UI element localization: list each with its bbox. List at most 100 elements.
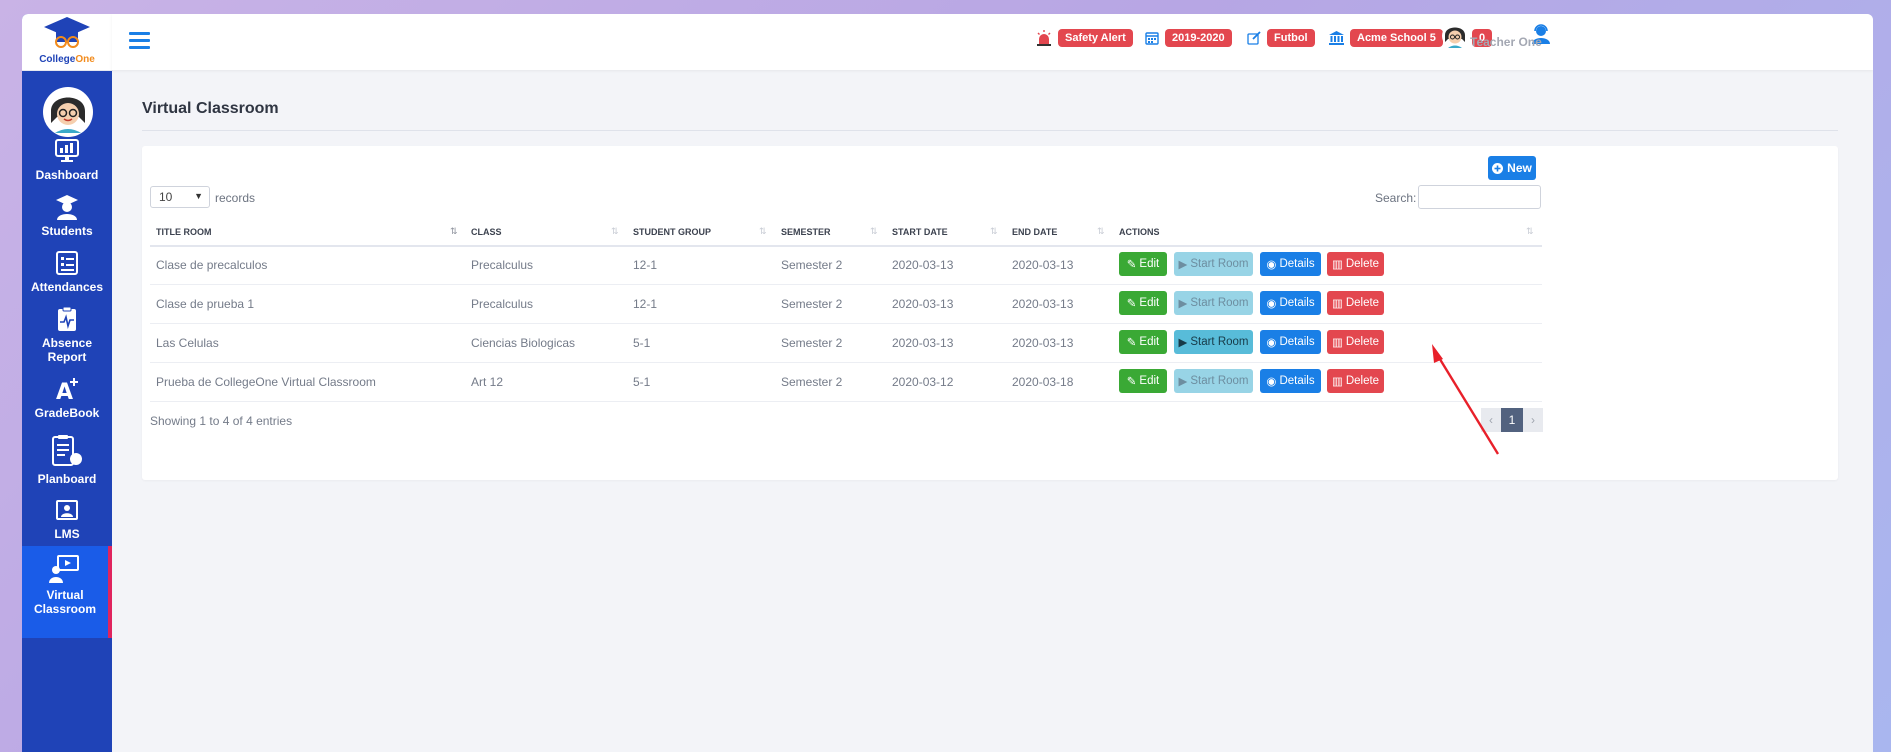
table-row: Clase de precalculos Precalculus 12-1 Se… (150, 245, 1542, 285)
delete-button[interactable]: ▥ Delete (1327, 252, 1384, 276)
school-badge: Acme School 5 (1350, 29, 1443, 47)
sidebar-avatar[interactable] (43, 87, 93, 137)
edit-icon: ✎ (1126, 259, 1137, 271)
trash-icon: ▥ (1331, 376, 1343, 388)
edit-button[interactable]: ✎ Edit (1119, 330, 1167, 354)
sidebar-item-absence-report[interactable]: Absence Report (22, 306, 112, 364)
details-button[interactable]: ◉ Details (1260, 369, 1321, 393)
sort-icon[interactable]: ⇅ (870, 226, 877, 237)
cell-class: Ciencias Biologicas (471, 336, 576, 350)
edit-button[interactable]: ✎ Edit (1119, 252, 1167, 276)
start-room-button-label: Start Room (1190, 258, 1249, 270)
edit-icon: ✎ (1126, 376, 1137, 388)
title-divider (142, 130, 1838, 131)
sort-icon[interactable]: ⇅ (611, 226, 618, 237)
sidebar: CollegeOne Dashboard Students Attendance… (22, 14, 113, 752)
column-header-start-date[interactable]: START DATE (892, 227, 948, 237)
cell-class: Art 12 (471, 375, 504, 389)
sort-icon[interactable]: ⇅ (759, 226, 766, 237)
edit-button-label: Edit (1139, 336, 1160, 348)
sidebar-item-gradebook[interactable]: A GradeBook (22, 376, 112, 420)
planboard-clipboard-icon (52, 435, 82, 466)
page-title: Virtual Classroom (142, 100, 279, 117)
sidebar-item-label: Absence Report (41, 336, 93, 364)
edit-button-label: Edit (1139, 375, 1160, 387)
sidebar-item-students[interactable]: Students (22, 194, 112, 238)
brand-name: CollegeOne (39, 54, 95, 65)
cell-title-room: Clase de prueba 1 (156, 297, 255, 311)
delete-button[interactable]: ▥ Delete (1327, 369, 1384, 393)
search-input[interactable] (1418, 185, 1541, 209)
safety-alert-button[interactable]: Safety Alert (1036, 29, 1133, 47)
edit-button[interactable]: ✎ Edit (1119, 369, 1167, 393)
sort-icon[interactable]: ⇅ (990, 226, 997, 237)
details-button[interactable]: ◉ Details (1260, 291, 1321, 315)
virtual-classroom-card: New 10 ▼ records Search: TITLE ROOM ⇅ CL… (142, 146, 1838, 480)
cell-student-group: 12-1 (633, 258, 658, 272)
records-label: records (215, 191, 256, 205)
trash-icon: ▥ (1331, 337, 1343, 349)
brand-logo[interactable]: CollegeOne (22, 14, 113, 71)
table-row: Clase de prueba 1 Precalculus 12-1 Semes… (150, 284, 1542, 324)
cell-class: Precalculus (471, 258, 534, 272)
edit-button-label: Edit (1139, 297, 1160, 309)
pagination-prev-button[interactable]: ‹ (1481, 408, 1501, 432)
table-header: TITLE ROOM ⇅ CLASS ⇅ STUDENT GROUP ⇅ SEM… (150, 219, 1542, 247)
delete-button[interactable]: ▥ Delete (1327, 291, 1384, 315)
play-circle-icon: ▶ (1178, 376, 1188, 388)
lms-screen-icon (56, 500, 78, 520)
edit-icon: ✎ (1126, 337, 1137, 349)
sidebar-item-attendances[interactable]: Attendances (22, 250, 112, 294)
details-button-label: Details (1279, 297, 1315, 309)
column-header-end-date[interactable]: END DATE (1012, 227, 1057, 237)
hamburger-menu-icon[interactable] (128, 30, 152, 50)
cell-student-group: 5-1 (633, 375, 651, 389)
play-circle-icon: ▶ (1178, 337, 1188, 349)
column-header-student-group[interactable]: STUDENT GROUP (633, 227, 711, 237)
sort-icon[interactable]: ⇅ (1097, 226, 1104, 237)
sidebar-item-label: LMS (54, 527, 80, 541)
details-button-label: Details (1279, 375, 1315, 387)
user-avatar[interactable] (1442, 23, 1468, 49)
sidebar-item-lms[interactable]: LMS (22, 499, 112, 541)
school-year-badge: 2019-2020 (1165, 29, 1232, 47)
sidebar-item-planboard[interactable]: Planboard (22, 434, 112, 486)
user-name[interactable]: Teacher One (1470, 35, 1542, 49)
eye-icon: ◉ (1266, 298, 1277, 310)
start-room-button: ▶ Start Room (1174, 291, 1253, 315)
cell-start-date: 2020-03-12 (892, 375, 954, 389)
column-header-class[interactable]: CLASS (471, 227, 502, 237)
sidebar-item-label: GradeBook (34, 406, 100, 420)
edit-button[interactable]: ✎ Edit (1119, 291, 1167, 315)
pagination: ‹ 1 › (1481, 408, 1543, 432)
cell-class: Precalculus (471, 297, 534, 311)
eye-icon: ◉ (1266, 259, 1277, 271)
column-header-actions: ACTIONS (1119, 227, 1160, 237)
absence-report-icon (58, 306, 76, 331)
start-room-button[interactable]: ▶ Start Room (1174, 330, 1253, 354)
sort-asc-icon[interactable]: ⇅ (450, 226, 457, 237)
plus-circle-icon (1492, 162, 1504, 174)
start-room-button-label: Start Room (1190, 375, 1249, 387)
sidebar-item-label: Planboard (37, 472, 97, 486)
app-window: CollegeOne Dashboard Students Attendance… (22, 14, 1873, 752)
records-per-page-select[interactable]: 10 ▼ (150, 186, 210, 208)
table-info: Showing 1 to 4 of 4 entries (150, 414, 293, 428)
sidebar-item-dashboard[interactable]: Dashboard (22, 138, 112, 182)
pagination-next-button[interactable]: › (1523, 408, 1543, 432)
details-button[interactable]: ◉ Details (1260, 330, 1321, 354)
sort-icon[interactable]: ⇅ (1526, 226, 1533, 237)
sport-selector[interactable]: Futbol (1247, 29, 1315, 47)
column-header-title-room[interactable]: TITLE ROOM (156, 227, 212, 237)
pagination-page-button[interactable]: 1 (1501, 408, 1523, 432)
cell-start-date: 2020-03-13 (892, 258, 954, 272)
column-header-semester[interactable]: SEMESTER (781, 227, 831, 237)
dashboard-monitor-icon (55, 139, 79, 162)
school-year-selector[interactable]: 2019-2020 (1145, 29, 1232, 47)
records-per-page-value: 10 (159, 190, 173, 204)
new-room-button[interactable]: New (1488, 156, 1536, 180)
details-button[interactable]: ◉ Details (1260, 252, 1321, 276)
delete-button[interactable]: ▥ Delete (1327, 330, 1384, 354)
school-selector[interactable]: Acme School 5 (1329, 29, 1443, 47)
sidebar-item-virtual-classroom[interactable]: Virtual Classroom (22, 546, 112, 638)
